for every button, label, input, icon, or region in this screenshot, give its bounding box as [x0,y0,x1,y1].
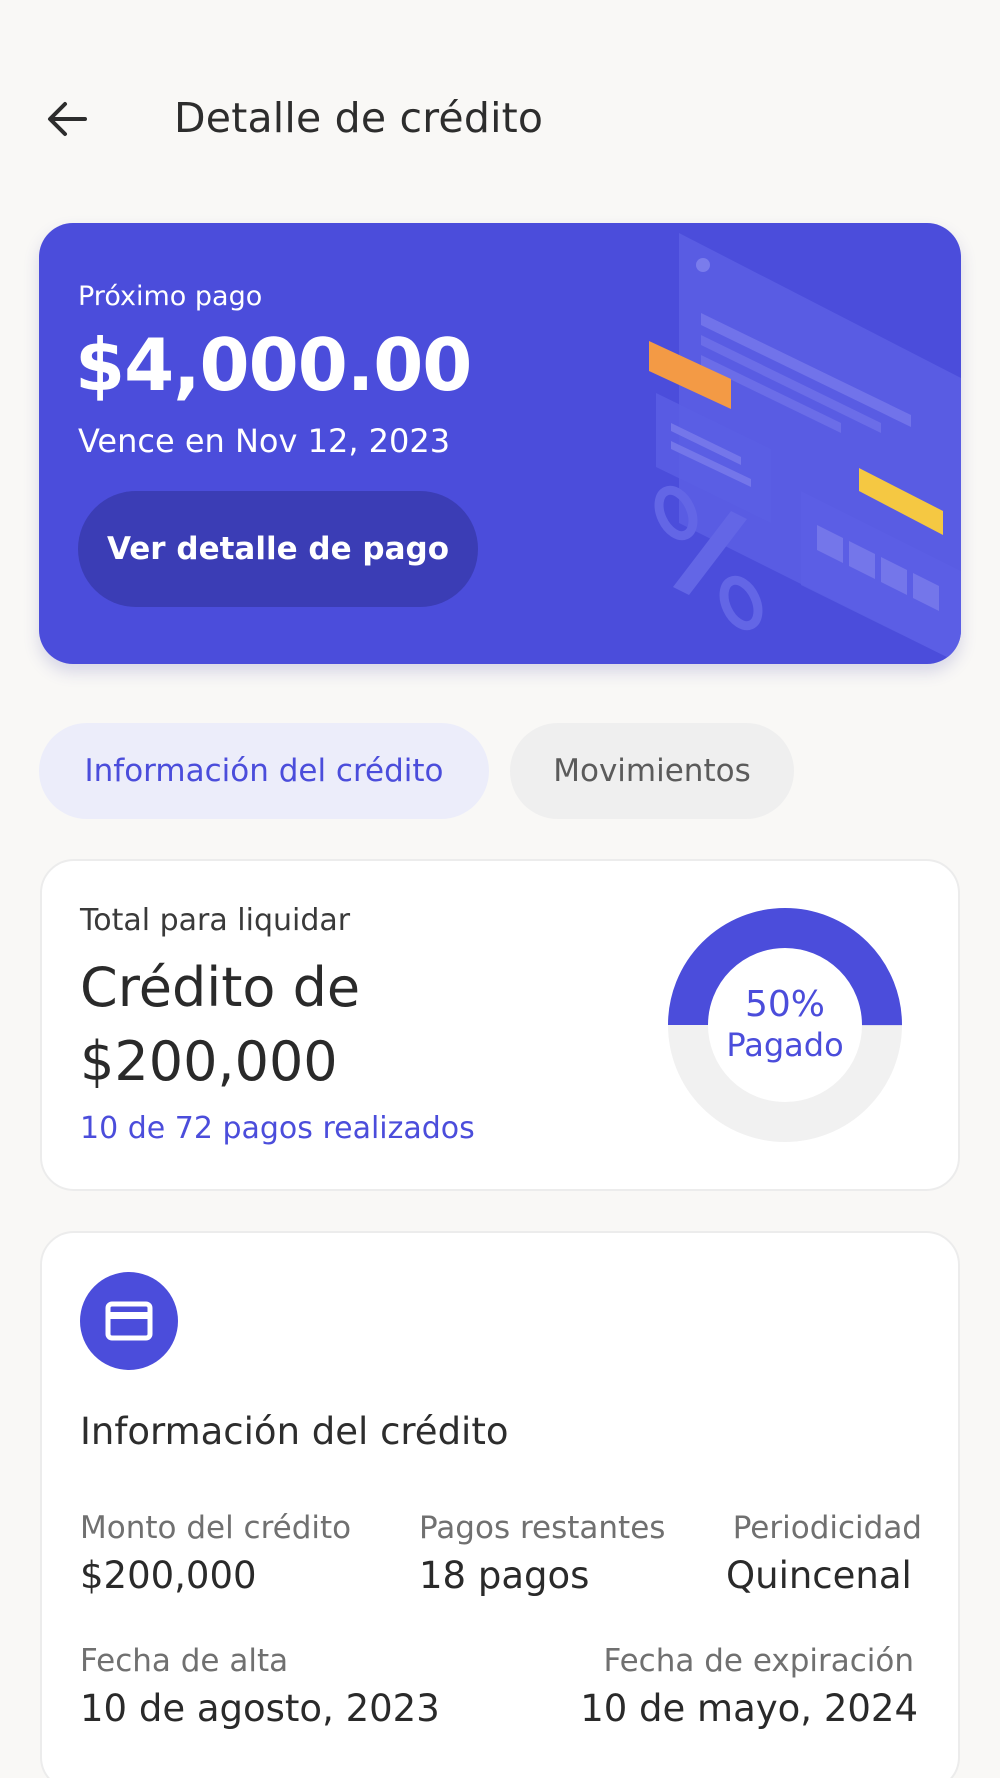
paid-percent: 50% [744,984,825,1025]
remaining-payments-value: 18 pagos [419,1554,590,1597]
credit-info-title: Información del crédito [80,1410,509,1453]
total-to-settle-card: Total para liquidar Crédito de $200,000 … [40,859,960,1191]
expiration-date-label: Fecha de expiración [603,1643,914,1679]
total-label: Total para liquidar [80,903,351,938]
credit-amount-value: $200,000 [80,1554,257,1597]
next-payment-label: Próximo pago [78,281,263,312]
periodicity-value: Quincenal [726,1554,912,1597]
next-payment-card: Próximo pago $4,000.00 Vence en Nov 12, … [39,223,961,664]
back-button[interactable] [40,92,94,146]
credit-card-icon [80,1272,178,1370]
tab-movements[interactable]: Movimientos [510,723,794,819]
expiration-date-value: 10 de mayo, 2024 [580,1687,918,1730]
donut-label: 50% Pagado [667,907,903,1143]
payments-progress-text: 10 de 72 pagos realizados [80,1111,475,1146]
arrow-left-icon [48,102,87,136]
page-title: Detalle de crédito [174,94,544,142]
remaining-payments-label: Pagos restantes [419,1510,666,1546]
paid-label: Pagado [726,1026,844,1064]
periodicity-label: Periodicidad [732,1510,922,1546]
credit-info-card: Información del crédito Monto del crédit… [40,1231,960,1778]
tab-credit-info[interactable]: Información del crédito [39,723,489,819]
next-payment-amount: $4,000.00 [75,323,472,407]
payment-due-date: Vence en Nov 12, 2023 [78,422,451,460]
app-header: Detalle de crédito [0,80,1000,156]
credit-amount-label: Monto del crédito [80,1510,352,1546]
credit-illustration [649,233,961,664]
credit-total-title: Crédito de $200,000 [80,956,361,1093]
start-date-value: 10 de agosto, 2023 [80,1687,440,1730]
start-date-label: Fecha de alta [80,1643,289,1679]
view-payment-detail-button[interactable]: Ver detalle de pago [78,491,478,607]
